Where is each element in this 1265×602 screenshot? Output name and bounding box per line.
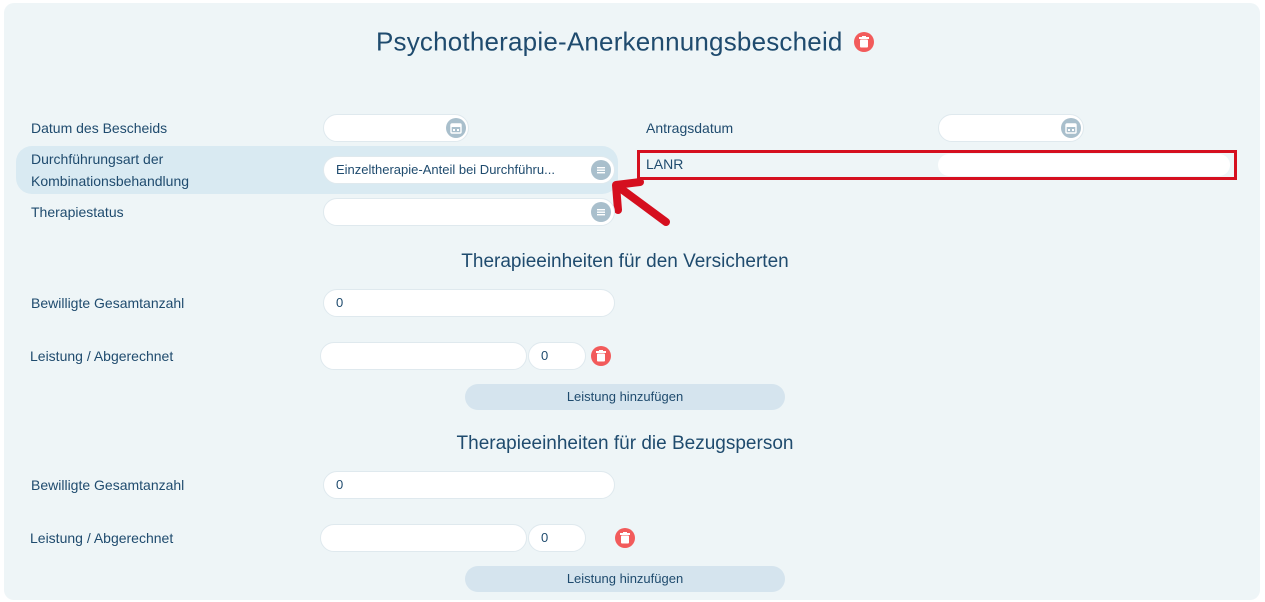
trash-icon: [596, 350, 606, 362]
lanr-input[interactable]: [938, 154, 1230, 176]
page-title-bar: Psychotherapie-Anerkennungsbescheid: [0, 25, 1250, 58]
therapiestatus-label: Therapiestatus: [31, 204, 124, 220]
durchfuehrung-label-line2: Kombinationsbehandlung: [31, 173, 190, 189]
lanr-label: LANR: [646, 156, 684, 172]
versicherte-leistung-input[interactable]: [320, 342, 527, 370]
calendar-icon: [1065, 123, 1077, 134]
page-title: Psychotherapie-Anerkennungsbescheid: [375, 26, 843, 57]
menu-lines-icon: [597, 209, 605, 216]
durchfuehrung-select-button[interactable]: [591, 160, 611, 180]
versicherte-leistung-label: Leistung / Abgerechnet: [30, 348, 174, 364]
bezugsperson-abgerechnet-input[interactable]: 0: [528, 524, 586, 552]
versicherte-bewilligt-input[interactable]: 0: [323, 289, 615, 317]
versicherte-abgerechnet-input[interactable]: 0: [528, 342, 586, 370]
section-bezugsperson-title: Therapieeinheiten für die Bezugsperson: [456, 433, 794, 454]
versicherte-bewilligt-label: Bewilligte Gesamtanzahl: [31, 295, 185, 311]
calendar-icon: [450, 123, 462, 134]
delete-form-button[interactable]: [854, 32, 875, 53]
bezugsperson-add-leistung-button[interactable]: Leistung hinzufügen: [465, 566, 785, 592]
trash-icon: [620, 532, 631, 544]
bezugsperson-bewilligt-label: Bewilligte Gesamtanzahl: [31, 477, 185, 493]
bezugsperson-leistung-input[interactable]: [320, 524, 527, 552]
section-versicherte-title: Therapieeinheiten für den Versicherten: [461, 251, 789, 272]
trash-icon: [859, 36, 870, 48]
antragsdatum-calendar-button[interactable]: [1061, 118, 1081, 138]
durchfuehrung-select[interactable]: Einzeltherapie-Anteil bei Durchführu...: [323, 156, 615, 184]
annotation-arrow: [612, 178, 670, 226]
datum-calendar-button[interactable]: [446, 118, 466, 138]
versicherte-delete-leistung-button[interactable]: [591, 346, 611, 366]
antragsdatum-label: Antragsdatum: [646, 120, 734, 136]
form-panel: [4, 3, 1260, 600]
datum-label: Datum des Bescheids: [31, 120, 168, 136]
bezugsperson-bewilligt-input[interactable]: 0: [323, 471, 615, 499]
therapiestatus-select-button[interactable]: [591, 202, 611, 222]
therapiestatus-select[interactable]: [323, 198, 615, 226]
bezugsperson-leistung-label: Leistung / Abgerechnet: [30, 530, 174, 546]
menu-lines-icon: [597, 167, 605, 174]
versicherte-add-leistung-button[interactable]: Leistung hinzufügen: [465, 384, 785, 410]
durchfuehrung-label-line1: Durchführungsart der: [31, 151, 164, 167]
